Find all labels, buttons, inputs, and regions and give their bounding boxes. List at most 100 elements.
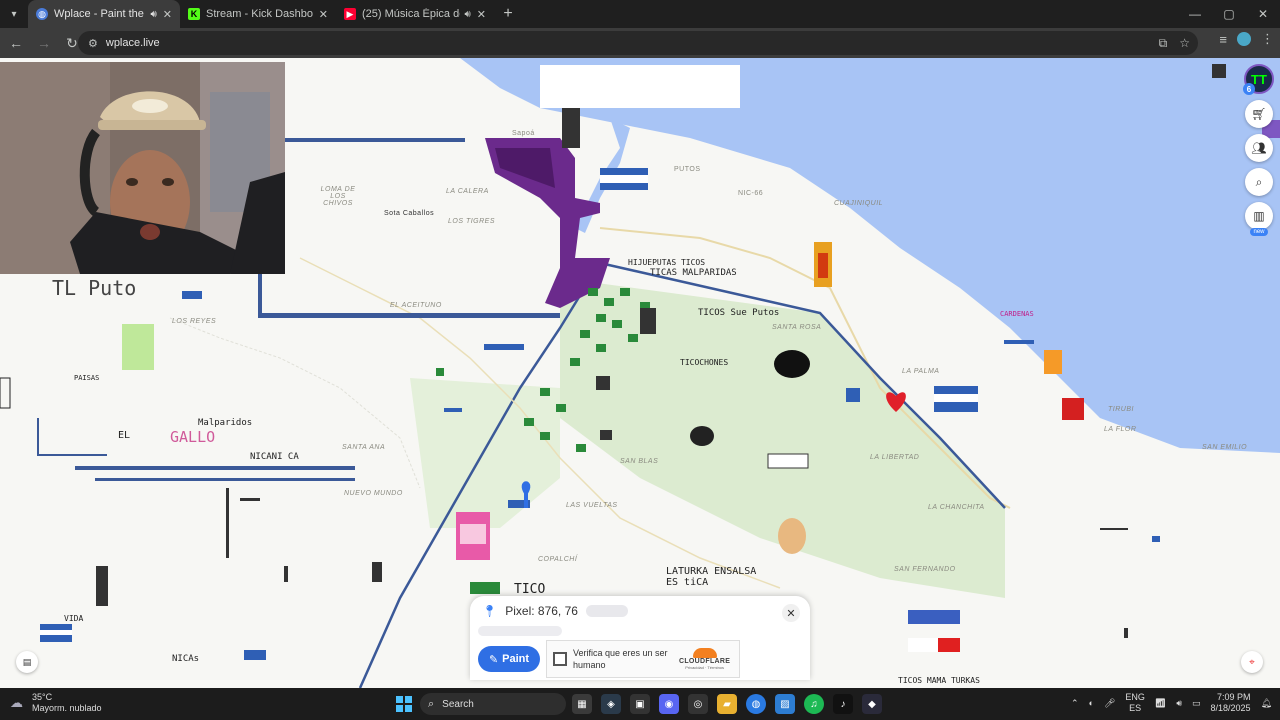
pixel-text: GALLO	[170, 428, 216, 446]
webcam-overlay	[0, 62, 285, 274]
profile-icon[interactable]	[1237, 32, 1251, 46]
close-panel-button[interactable]: ✕	[782, 604, 800, 622]
close-tab-icon[interactable]: ✕	[477, 8, 486, 21]
painted-line	[75, 466, 355, 470]
speaker-icon[interactable]: 🔊︎	[150, 9, 156, 20]
place-label: COPALCHÍ	[538, 556, 578, 563]
clock[interactable]: 7:09 PM 8/18/2025	[1211, 692, 1251, 714]
captcha-checkbox[interactable]	[553, 652, 567, 666]
github-icon[interactable]: ◎	[688, 694, 708, 714]
user-avatar-button[interactable]: TT 6	[1243, 64, 1274, 95]
speaker-icon[interactable]: 🔊︎	[464, 9, 470, 20]
locate-me-button[interactable]: ⌖	[1241, 651, 1263, 673]
chevron-up-icon[interactable]: ⌃	[1071, 698, 1079, 709]
windows-logo-icon	[405, 696, 412, 703]
map-layers-button[interactable]: ▤	[16, 651, 38, 673]
photos-icon[interactable]: ▨	[775, 694, 795, 714]
maximize-button[interactable]: ▢	[1212, 0, 1246, 28]
pixel-text: TICOS Sue Putos	[698, 308, 780, 318]
leaderboard-button[interactable]: ▥	[1245, 202, 1273, 230]
widgets-icon[interactable]: ◈	[601, 694, 621, 714]
wifi-icon[interactable]: 📶︎	[1155, 698, 1166, 709]
system-tray: ⌃ ◐ 🎤︎ ENG ES 📶︎ 🔊︎ ▭ 7:09 PM 8/18/2025 …	[1071, 692, 1272, 714]
tab-kick[interactable]: K Stream - Kick Dashboard ✕	[180, 0, 336, 28]
place-label: CUAJINIQUIL	[834, 200, 884, 207]
pixel-text: TICOS MAMA TURKAS	[898, 676, 980, 685]
volume-icon[interactable]: 🔊︎	[1176, 698, 1182, 709]
paint-button[interactable]: ✎ Paint	[478, 646, 540, 672]
spotify-icon[interactable]: ♫	[804, 694, 824, 714]
close-tab-icon[interactable]: ✕	[163, 8, 172, 21]
trail	[169, 317, 421, 489]
back-button[interactable]: ←	[4, 31, 28, 55]
tiktok-icon[interactable]: ♪	[833, 694, 853, 714]
cloudflare-captcha: Verifica que eres un ser humano CLOUDFLA…	[546, 640, 740, 678]
paint-label: Paint	[502, 653, 530, 665]
close-window-button[interactable]: ✕	[1246, 0, 1280, 28]
start-button[interactable]	[396, 696, 412, 712]
place-label: LA CALERA	[446, 188, 489, 195]
app-tray-icon[interactable]: ◐	[1089, 698, 1094, 708]
site-info-icon[interactable]: ⚙	[88, 37, 98, 50]
cart-icon: 🛒︎	[1251, 107, 1267, 121]
address-bar[interactable]: ⚙ wplace.live ⧉ ☆	[78, 31, 1198, 55]
place-label: SAN FERNANDO	[894, 566, 956, 573]
place-label: LOMA DE LOS CHIVOS	[320, 186, 356, 207]
search-icon: ⌕	[1255, 174, 1263, 189]
app-icon[interactable]: ◆	[862, 694, 882, 714]
install-app-icon[interactable]: ⧉	[1159, 36, 1168, 51]
tab-title: Wplace - Paint the world	[54, 8, 146, 20]
app-icon[interactable]: ▣	[630, 694, 650, 714]
browser-menu-icon[interactable]: ⋮	[1261, 31, 1274, 47]
microphone-icon[interactable]: 🎤︎	[1104, 698, 1115, 709]
pixel-text: TICO	[514, 582, 546, 597]
battery-icon[interactable]: ▭	[1192, 698, 1201, 709]
task-view-icon[interactable]: ▦	[572, 694, 592, 714]
weather-widget[interactable]: ☁ 35°C Mayorm. nublado	[10, 692, 102, 714]
close-tab-icon[interactable]: ✕	[319, 8, 328, 21]
chrome-icon[interactable]: ◍	[746, 694, 766, 714]
language-indicator[interactable]: ENG ES	[1125, 692, 1145, 714]
blank-white-area	[540, 65, 740, 108]
discord-icon[interactable]: ◉	[659, 694, 679, 714]
weather-temp: 35°C	[32, 692, 53, 702]
minimize-button[interactable]: —	[1178, 0, 1212, 28]
new-tab-button[interactable]: +	[494, 5, 522, 23]
pixel-text: VIDA	[64, 614, 84, 623]
weather-desc: Mayorm. nublado	[32, 703, 102, 713]
tab-search-icon[interactable]: ▾	[0, 0, 28, 28]
pixel-art-orange	[1044, 350, 1062, 374]
url-text: wplace.live	[105, 37, 160, 49]
pixel-art-face	[778, 518, 806, 554]
place-label: PUTOS	[674, 166, 701, 173]
captcha-links[interactable]: Privacidad · Términos	[685, 665, 724, 670]
notifications-icon[interactable]: 🔔︎	[1261, 698, 1272, 709]
browser-toolbar: ← → ↻ ⚙ wplace.live ⧉ ☆ ≡ ⋮	[0, 28, 1280, 58]
browser-tab-bar: ▾ ◍ Wplace - Paint the world 🔊︎ ✕ K Stre…	[0, 0, 1280, 28]
group-icon: 👥︎	[1251, 141, 1267, 155]
bookmark-star-icon[interactable]: ☆	[1179, 36, 1190, 51]
window-controls: — ▢ ✕	[1178, 0, 1280, 28]
cloudflare-logo: CLOUDFLARE Privacidad · Términos	[679, 648, 730, 670]
right-toolbar: TT 6 🛒︎ 👥︎ ⌕ ▥ new	[1243, 64, 1274, 236]
painted-line	[285, 138, 465, 142]
pixel-art-fire-core	[818, 253, 828, 278]
pixel-art-red-block	[1062, 398, 1084, 420]
windows-logo-icon	[396, 705, 403, 712]
place-label: SAN BLAS	[620, 458, 659, 465]
streamer-video	[0, 62, 285, 274]
painted-line	[37, 418, 39, 454]
taskbar-search[interactable]: ⌕ Search	[420, 693, 566, 715]
forward-button[interactable]: →	[32, 31, 56, 55]
reading-list-icon[interactable]: ≡	[1219, 32, 1227, 47]
store-button[interactable]: 🛒︎	[1245, 100, 1273, 128]
file-explorer-icon[interactable]: ▰	[717, 694, 737, 714]
search-location-button[interactable]: ⌕	[1245, 168, 1273, 196]
windows-logo-icon	[405, 705, 412, 712]
tab-wplace[interactable]: ◍ Wplace - Paint the world 🔊︎ ✕	[28, 0, 180, 28]
tab-youtube[interactable]: ▶ (25) Música Épica de Batalla 🔊︎ ✕	[336, 0, 494, 28]
alliance-button[interactable]: 👥︎	[1245, 134, 1273, 162]
cloud-sun-icon: ☁	[10, 695, 23, 710]
location-pin-icon: 📍︎	[482, 604, 498, 618]
taskbar-apps: ▦ ◈ ▣ ◉ ◎ ▰ ◍ ▨ ♫ ♪ ◆	[572, 694, 882, 714]
